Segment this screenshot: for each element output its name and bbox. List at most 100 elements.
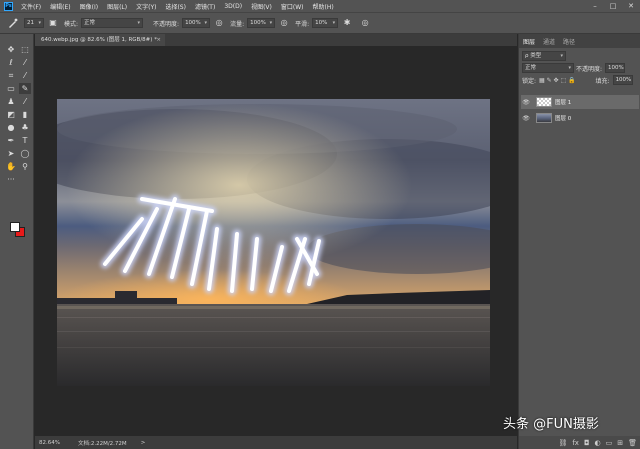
flow-value: 100% bbox=[250, 20, 266, 26]
adjustment-icon[interactable]: ◐ bbox=[595, 439, 601, 447]
minimize-button[interactable]: – bbox=[586, 0, 604, 12]
brush-settings-icon[interactable]: ▣ bbox=[48, 18, 58, 28]
pressure-opacity-icon[interactable]: ◎ bbox=[214, 18, 224, 28]
trash-icon[interactable]: 🗑 bbox=[628, 439, 637, 447]
gradient-icon[interactable]: ▮ bbox=[19, 109, 31, 120]
canvas-workspace bbox=[35, 46, 517, 436]
flow-field[interactable]: 100% ▾ bbox=[247, 18, 276, 28]
foreground-color-swatch[interactable] bbox=[10, 222, 20, 232]
document-tab[interactable]: 640.webp.jpg @ 82.6% (图层 1, RGB/8#) * × bbox=[35, 34, 165, 46]
tools-panel: ✥ ⬚ ℓ ⁄ ⌗ ⁄ ▭ ✎ ♟ ⁄ ◩ ▮ ● ♣ ✒ T ➤ ◯ ✋ ⚲ … bbox=[0, 34, 34, 449]
smoothing-label: 平滑: bbox=[295, 20, 310, 28]
menu-view[interactable]: 视图(V) bbox=[251, 2, 272, 11]
flow-label: 流量: bbox=[230, 20, 245, 28]
brush-icon[interactable]: ✎ bbox=[19, 83, 31, 94]
tab-channels[interactable]: 通道 bbox=[543, 37, 555, 46]
eye-icon[interactable]: 👁 bbox=[521, 115, 531, 122]
document-tab-bar: 640.webp.jpg @ 82.6% (图层 1, RGB/8#) * × bbox=[35, 34, 517, 46]
tab-paths[interactable]: 路径 bbox=[563, 37, 575, 46]
menu-image[interactable]: 图像(I) bbox=[80, 2, 98, 11]
lasso-icon[interactable]: ℓ bbox=[5, 57, 17, 68]
menu-filter[interactable]: 滤镜(T) bbox=[195, 2, 215, 11]
tab-layers[interactable]: 图层 bbox=[523, 37, 535, 46]
brush-tool-icon[interactable] bbox=[8, 18, 18, 28]
zoom-icon[interactable]: ⚲ bbox=[19, 161, 31, 172]
menu-help[interactable]: 帮助(H) bbox=[313, 2, 334, 11]
more-icon[interactable]: ··· bbox=[5, 174, 17, 185]
move-icon[interactable]: ✥ bbox=[5, 44, 17, 55]
mode-label: 模式: bbox=[64, 20, 79, 28]
layer-name[interactable]: 图层 1 bbox=[555, 98, 571, 106]
document-canvas[interactable] bbox=[57, 99, 490, 386]
menu-3d[interactable]: 3D(D) bbox=[224, 3, 242, 10]
canvas-image bbox=[57, 99, 490, 386]
gear-icon[interactable]: ✱ bbox=[342, 18, 352, 28]
document-info: 文档:2.22M/2.72M bbox=[77, 440, 127, 447]
status-arrow[interactable]: > bbox=[141, 440, 146, 446]
lock-row: 锁定: ▦ ✎ ✥ ⬚ 🔒 填充: 100% bbox=[519, 74, 640, 86]
folder-icon[interactable]: ▭ bbox=[606, 439, 613, 447]
quick-select-icon[interactable]: ⁄ bbox=[19, 57, 31, 68]
mode-value: 正常 bbox=[84, 20, 96, 26]
layer-row[interactable]: 👁 图层 0 bbox=[521, 111, 639, 125]
dodge-icon[interactable]: ♣ bbox=[19, 122, 31, 133]
blur-icon[interactable]: ● bbox=[5, 122, 17, 133]
layer-opacity-label: 不透明度: bbox=[576, 65, 603, 73]
airbrush-icon[interactable]: ◎ bbox=[279, 18, 289, 28]
chevron-down-icon: ▾ bbox=[269, 20, 273, 26]
lock-icons[interactable]: ▦ ✎ ✥ ⬚ 🔒 bbox=[539, 77, 576, 84]
healing-icon[interactable]: ▭ bbox=[5, 83, 17, 94]
fill-field[interactable]: 100% bbox=[612, 75, 633, 85]
blend-mode-select[interactable]: 正常 ▾ bbox=[522, 63, 574, 73]
photoshop-logo[interactable]: Ps bbox=[4, 1, 13, 11]
link-layers-icon[interactable]: ⛓ bbox=[558, 439, 567, 447]
eraser-icon[interactable]: ◩ bbox=[5, 109, 17, 120]
chevron-down-icon: ▾ bbox=[38, 20, 41, 26]
marquee-icon[interactable]: ⬚ bbox=[19, 44, 31, 55]
menu-select[interactable]: 选择(S) bbox=[165, 2, 186, 11]
menu-edit[interactable]: 编辑(E) bbox=[50, 2, 70, 11]
layer-filter-row: ρ 类型 ▾ bbox=[519, 50, 640, 62]
pressure-size-icon[interactable]: ◎ bbox=[360, 18, 370, 28]
status-bar: 82.64% 文档:2.22M/2.72M > bbox=[35, 436, 517, 449]
smoothing-value: 10% bbox=[315, 20, 328, 26]
path-select-icon[interactable]: ➤ bbox=[5, 148, 17, 159]
layer-opacity-value: 100% bbox=[608, 65, 624, 71]
layer-name[interactable]: 图层 0 bbox=[555, 114, 571, 122]
chevron-down-icon: ▾ bbox=[568, 65, 571, 71]
layer-filter-select[interactable]: ρ 类型 ▾ bbox=[522, 51, 566, 61]
smoothing-field[interactable]: 10% ▾ bbox=[312, 18, 339, 28]
eye-icon[interactable]: 👁 bbox=[521, 99, 531, 106]
eyedropper-icon[interactable]: ⁄ bbox=[19, 70, 31, 81]
fx-icon[interactable]: fx bbox=[572, 439, 579, 447]
menu-window[interactable]: 窗口(W) bbox=[281, 2, 304, 11]
close-window-button[interactable]: ✕ bbox=[622, 0, 640, 12]
zoom-level[interactable]: 82.64% bbox=[39, 440, 60, 446]
layer-opacity-field[interactable]: 100% bbox=[605, 63, 626, 73]
opacity-field[interactable]: 100% ▾ bbox=[182, 18, 211, 28]
shape-icon[interactable]: ◯ bbox=[19, 148, 31, 159]
layers-panel-footer: ⛓ fx ◘ ◐ ▭ ⊞ 🗑 bbox=[519, 436, 640, 449]
type-icon[interactable]: T bbox=[19, 135, 31, 146]
fill-label: 填充: bbox=[595, 77, 610, 85]
layer-thumbnail bbox=[536, 97, 552, 107]
chevron-down-icon: ▾ bbox=[560, 53, 563, 59]
history-brush-icon[interactable]: ⁄ bbox=[19, 96, 31, 107]
brush-size-picker[interactable]: 21 ▾ bbox=[24, 18, 44, 28]
stamp-icon[interactable]: ♟ bbox=[5, 96, 17, 107]
menu-type[interactable]: 文字(Y) bbox=[136, 2, 156, 11]
close-icon[interactable]: × bbox=[156, 34, 161, 46]
document-tab-title: 640.webp.jpg @ 82.6% (图层 1, RGB/8#) * bbox=[41, 37, 157, 43]
maximize-button[interactable]: □ bbox=[604, 0, 622, 12]
options-bar: 21 ▾ ▣ 模式: 正常 ▾ 不透明度: 100% ▾ ◎ 流量: 100% … bbox=[0, 12, 640, 34]
crop-icon[interactable]: ⌗ bbox=[5, 70, 17, 81]
menu-layer[interactable]: 图层(L) bbox=[107, 2, 127, 11]
mode-select[interactable]: 正常 ▾ bbox=[81, 18, 144, 28]
layer-thumbnail bbox=[536, 113, 552, 123]
pen-icon[interactable]: ✒ bbox=[5, 135, 17, 146]
menu-file[interactable]: 文件(F) bbox=[21, 2, 41, 11]
hand-icon[interactable]: ✋ bbox=[5, 161, 17, 172]
mask-icon[interactable]: ◘ bbox=[584, 439, 590, 447]
layer-row[interactable]: 👁 图层 1 bbox=[521, 95, 639, 109]
new-layer-icon[interactable]: ⊞ bbox=[617, 439, 623, 447]
